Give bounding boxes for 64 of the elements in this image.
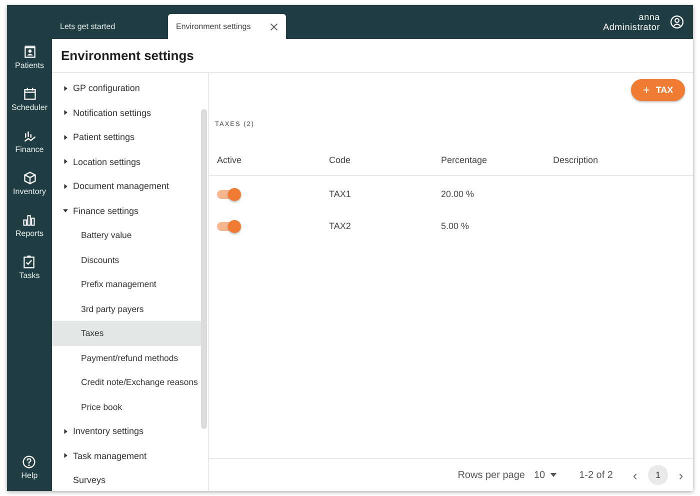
finance-chart-icon — [22, 129, 36, 143]
settings-nav-item[interactable]: Credit note/Exchange reasons — [52, 370, 201, 394]
user-name: anna — [638, 12, 660, 22]
page-range: 1-2 of 2 — [579, 470, 613, 480]
previous-page-button[interactable]: ‹ — [629, 468, 641, 482]
settings-nav-item[interactable]: Payment/refund methods — [52, 346, 201, 370]
settings-nav-item[interactable]: Location settings — [52, 150, 201, 174]
caret-right-icon — [63, 134, 68, 140]
help-icon — [22, 455, 36, 469]
caret-right-icon — [63, 86, 68, 91]
page-title: Environment settings — [52, 39, 693, 73]
user-avatar-icon[interactable] — [670, 15, 684, 29]
column-header: Percentage — [440, 155, 488, 165]
rail-nav-item[interactable]: Inventory — [13, 171, 46, 213]
settings-nav-item[interactable]: Notification settings — [52, 100, 201, 125]
help-button[interactable]: Help — [21, 455, 38, 485]
rows-per-page-label: Rows per page — [458, 470, 525, 480]
settings-nav-item[interactable]: Battery value — [52, 223, 201, 248]
settings-nav-item[interactable]: Surveys — [52, 468, 201, 491]
scrollbar-thumb[interactable] — [201, 109, 207, 429]
bar-chart-icon — [22, 213, 36, 227]
settings-nav-item[interactable]: GP configuration — [52, 76, 201, 100]
column-header: Code — [328, 155, 352, 165]
settings-nav-item[interactable]: Task management — [52, 444, 201, 468]
settings-nav-item[interactable]: Prefix management — [52, 272, 201, 296]
calendar-icon — [22, 87, 36, 101]
caret-down-icon — [550, 473, 558, 477]
settings-nav-item[interactable]: Discounts — [52, 248, 201, 272]
toggle-switch[interactable] — [217, 222, 240, 230]
rail-nav-item[interactable]: Patients — [15, 45, 44, 87]
user-role: Administrator — [603, 22, 660, 32]
settings-nav-item[interactable]: Price book — [52, 394, 201, 419]
caret-right-icon — [63, 428, 68, 434]
column-header: Description — [552, 155, 600, 165]
page-number-button[interactable]: 1 — [648, 465, 668, 485]
toggle-switch[interactable] — [217, 190, 240, 198]
settings-nav-item[interactable]: Inventory settings — [52, 419, 201, 444]
next-page-button[interactable]: › — [675, 468, 687, 482]
settings-nav-item[interactable]: Taxes — [52, 321, 201, 346]
caret-right-icon — [63, 159, 68, 164]
table-cell-text: 20.00 % — [440, 189, 476, 199]
caret-right-icon — [63, 453, 68, 458]
table-cell-text: TAX1 — [328, 189, 352, 199]
table-cell-text: TAX2 — [328, 221, 352, 231]
tab[interactable]: Lets get started — [52, 14, 152, 39]
caret-right-icon — [63, 110, 68, 116]
rows-per-page-select[interactable]: 10 — [534, 470, 558, 480]
column-header: Active — [216, 155, 243, 165]
id-card-icon — [22, 45, 36, 59]
caret-down-icon — [63, 208, 68, 214]
settings-nav-item[interactable]: Finance settings — [52, 198, 201, 223]
rail-nav-item[interactable]: Reports — [15, 213, 44, 255]
settings-nav-item[interactable]: Document management — [52, 174, 201, 198]
rail-nav-item[interactable]: Scheduler — [11, 87, 48, 129]
settings-nav-item[interactable]: 3rd party payers — [52, 296, 201, 321]
tab[interactable]: Environment settings — [168, 14, 286, 39]
close-icon[interactable] — [270, 22, 278, 30]
caret-right-icon — [63, 184, 68, 189]
cube-icon — [22, 171, 36, 185]
table-cell-text: 5.00 % — [440, 221, 470, 231]
clipboard-check-icon — [22, 255, 36, 269]
rail-nav-item[interactable]: Finance — [15, 129, 44, 171]
settings-nav-item[interactable]: Patient settings — [52, 125, 201, 150]
rail-nav-item[interactable]: Tasks — [19, 255, 40, 297]
